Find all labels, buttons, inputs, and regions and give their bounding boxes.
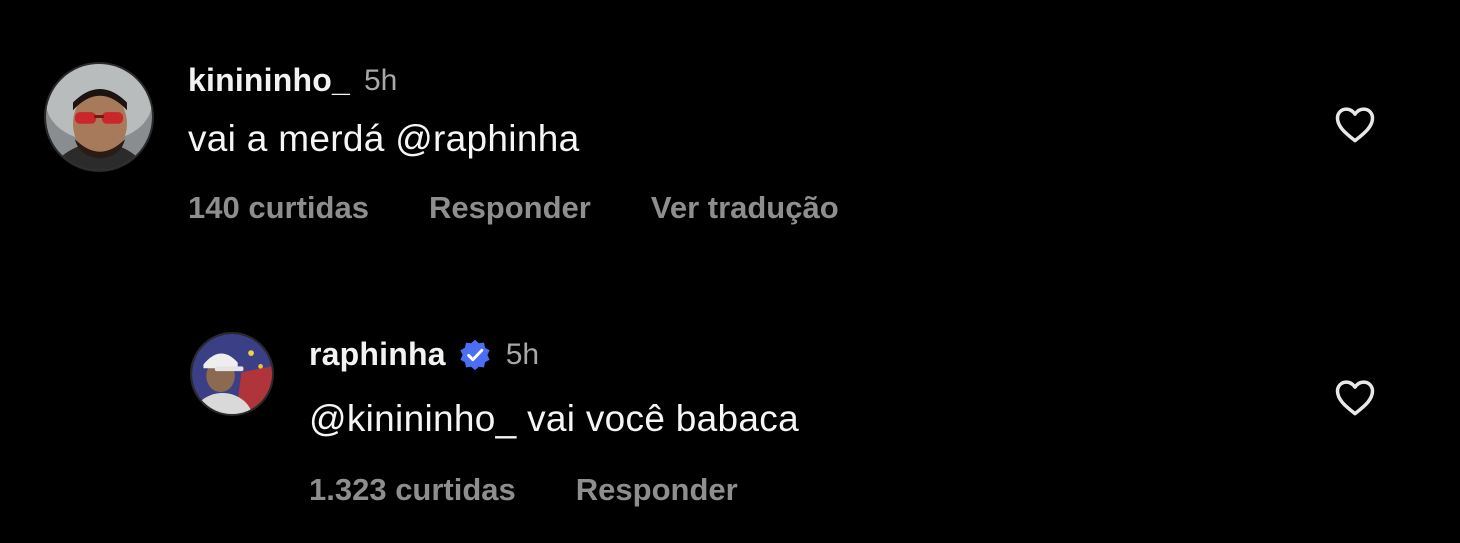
username[interactable]: raphinha bbox=[309, 336, 446, 373]
avatar-photo bbox=[46, 64, 152, 170]
timestamp: 5h bbox=[364, 63, 398, 97]
username[interactable]: kinininho_ bbox=[188, 62, 350, 99]
comment-actions: 140 curtidas Responder Ver tradução bbox=[188, 190, 899, 226]
reply-button[interactable]: Responder bbox=[576, 472, 738, 508]
likes-count[interactable]: 140 curtidas bbox=[188, 190, 369, 226]
timestamp: 5h bbox=[505, 337, 540, 371]
comment-actions: 1.323 curtidas Responder bbox=[309, 472, 798, 508]
heart-outline-icon[interactable] bbox=[1334, 377, 1376, 417]
avatar[interactable] bbox=[44, 62, 154, 172]
comment-text: vai a merdá @raphinha bbox=[188, 118, 580, 159]
heart-outline-icon[interactable] bbox=[1334, 104, 1376, 144]
translate-button[interactable]: Ver tradução bbox=[651, 190, 839, 226]
comment-header: raphinha 5h bbox=[309, 336, 539, 373]
avatar-photo bbox=[192, 334, 272, 414]
likes-count[interactable]: 1.323 curtidas bbox=[309, 472, 516, 508]
comment-header: kinininho_ 5h bbox=[188, 62, 397, 99]
comment-text: @kinininho_ vai você babaca bbox=[309, 398, 799, 439]
avatar[interactable] bbox=[190, 332, 274, 416]
verified-badge-icon bbox=[458, 338, 492, 372]
reply-button[interactable]: Responder bbox=[429, 190, 591, 226]
